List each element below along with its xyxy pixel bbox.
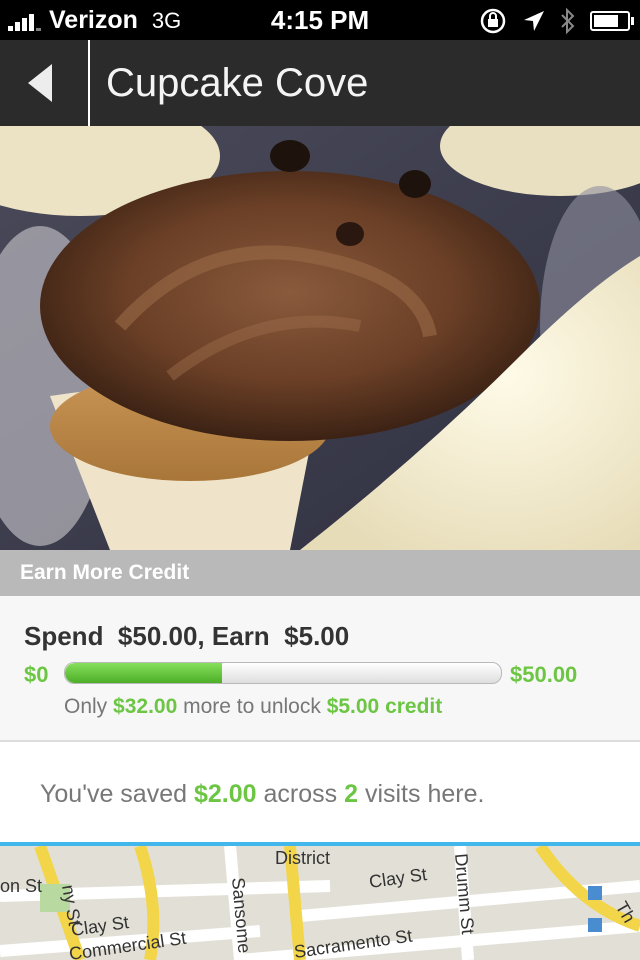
bluetooth-icon xyxy=(561,7,575,35)
battery-icon xyxy=(590,11,634,31)
reward-amount: $5.00 credit xyxy=(326,695,443,718)
earn-amount: $5.00 xyxy=(284,621,350,651)
saved-amount: $2.00 xyxy=(193,780,257,808)
merchant-hero-image xyxy=(0,126,640,550)
unlock-text: Only $32.00 more to unlock $5.00 credit xyxy=(64,695,442,719)
savings-text: You've saved $2.00 across 2 visits here. xyxy=(40,780,484,809)
location-arrow-icon xyxy=(524,11,544,31)
savings-suffix: visits here. xyxy=(364,780,485,808)
page-title: Cupcake Cove xyxy=(106,61,369,105)
location-map[interactable]: District on St ny St Clay St Sansome Cla… xyxy=(0,846,640,960)
progress-min-label: $0 xyxy=(24,662,49,687)
unlock-middle: more to unlock xyxy=(183,695,321,718)
back-button[interactable] xyxy=(0,40,90,126)
rotation-lock-icon xyxy=(480,8,506,34)
offer-text: Spend $50.00, Earn $5.00 xyxy=(24,621,349,652)
credit-progress-panel: Spend $50.00, Earn $5.00 $0 $50.00 Only … xyxy=(0,596,640,742)
savings-prefix: You've saved xyxy=(40,780,188,808)
back-arrow-icon xyxy=(28,64,52,102)
spend-amount: $50.00, xyxy=(117,621,205,651)
savings-middle: across xyxy=(263,780,338,808)
map-label: District xyxy=(275,848,330,868)
unlock-prefix: Only xyxy=(64,695,108,718)
progress-fill xyxy=(65,663,222,683)
map-label: on St xyxy=(0,876,42,896)
visit-count: 2 xyxy=(344,780,358,808)
progress-bar xyxy=(64,662,502,684)
section-header: Earn More Credit xyxy=(0,550,640,596)
savings-summary: You've saved $2.00 across 2 visits here. xyxy=(0,742,640,842)
navigation-bar: Cupcake Cove xyxy=(0,40,640,126)
spend-label: Spend xyxy=(24,621,104,651)
remaining-amount: $32.00 xyxy=(113,695,178,718)
progress-max-label: $50.00 xyxy=(510,662,578,687)
status-icons xyxy=(478,6,634,36)
earn-label: Earn xyxy=(211,621,270,651)
street-map: District on St ny St Clay St Sansome Cla… xyxy=(0,846,640,960)
cupcake-photo xyxy=(0,126,640,550)
status-bar: Verizon 3G 4:15 PM xyxy=(0,0,640,40)
section-title: Earn More Credit xyxy=(20,561,190,584)
